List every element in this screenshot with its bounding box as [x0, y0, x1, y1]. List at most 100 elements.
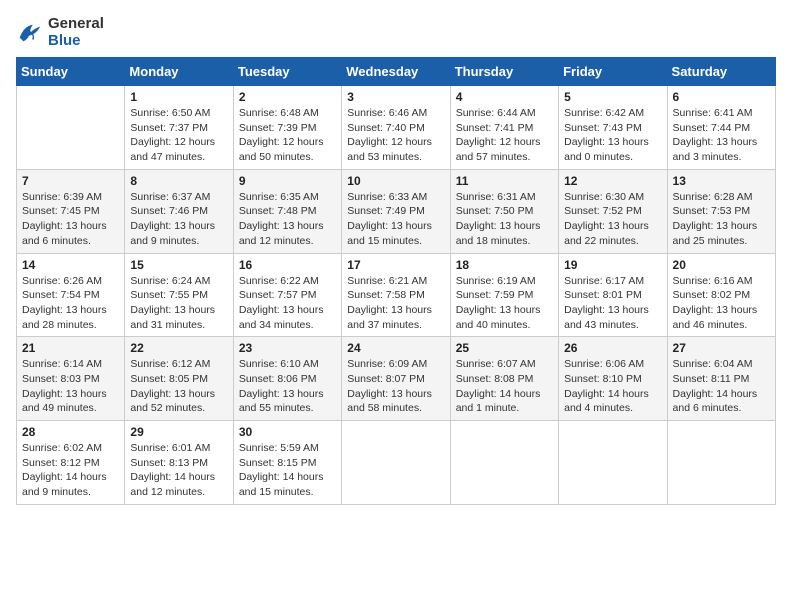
logo-bird-icon [16, 19, 44, 47]
day-number: 3 [347, 90, 444, 104]
calendar-day-cell: 11Sunrise: 6:31 AMSunset: 7:50 PMDayligh… [450, 169, 558, 253]
day-detail: Sunrise: 6:16 AMSunset: 8:02 PMDaylight:… [673, 274, 770, 333]
day-detail: Sunrise: 6:50 AMSunset: 7:37 PMDaylight:… [130, 106, 227, 165]
weekday-header-cell: Saturday [667, 58, 775, 86]
calendar-day-cell: 23 Sunrise: 6:10 AMSunset: 8:06 PMDayligh… [233, 337, 341, 421]
weekday-header-cell: Sunday [17, 58, 125, 86]
day-detail: Sunrise: 6:19 AMSunset: 7:59 PMDaylight:… [456, 274, 553, 333]
day-number: 19 [564, 258, 661, 272]
day-number: 24 [347, 341, 444, 355]
calendar-day-cell: 22 Sunrise: 6:12 AMSunset: 8:05 PMDayligh… [125, 337, 233, 421]
day-detail: Sunrise: 6:14 AMSunset: 8:03 PMDaylight:… [22, 357, 119, 416]
calendar-day-cell: 1 Sunrise: 6:50 AMSunset: 7:37 PMDaylight… [125, 86, 233, 170]
day-number: 18 [456, 258, 553, 272]
logo: General Blue [16, 16, 104, 49]
calendar-day-cell [342, 421, 450, 505]
day-detail: Sunrise: 6:10 AMSunset: 8:06 PMDaylight:… [239, 357, 336, 416]
day-detail: Sunrise: 6:31 AMSunset: 7:50 PMDaylight:… [456, 190, 553, 249]
calendar-week-row: 14 Sunrise: 6:26 AMSunset: 7:54 PMDayligh… [17, 253, 776, 337]
calendar-day-cell: 7 Sunrise: 6:39 AMSunset: 7:45 PMDaylight… [17, 169, 125, 253]
calendar-day-cell: 20 Sunrise: 6:16 AMSunset: 8:02 PMDayligh… [667, 253, 775, 337]
day-number: 20 [673, 258, 770, 272]
calendar-day-cell: 30 Sunrise: 5:59 AMSunset: 8:15 PMDayligh… [233, 421, 341, 505]
day-detail: Sunrise: 6:39 AMSunset: 7:45 PMDaylight:… [22, 190, 119, 249]
day-number: 7 [22, 174, 119, 188]
day-number: 10 [347, 174, 444, 188]
day-number: 6 [673, 90, 770, 104]
calendar-day-cell [667, 421, 775, 505]
day-detail: Sunrise: 6:26 AMSunset: 7:54 PMDaylight:… [22, 274, 119, 333]
day-detail: Sunrise: 6:02 AMSunset: 8:12 PMDaylight:… [22, 441, 119, 500]
calendar-day-cell: 12 Sunrise: 6:30 AMSunset: 7:52 PMDayligh… [559, 169, 667, 253]
day-number: 17 [347, 258, 444, 272]
calendar-body: 1 Sunrise: 6:50 AMSunset: 7:37 PMDaylight… [17, 86, 776, 505]
calendar-day-cell: 29 Sunrise: 6:01 AMSunset: 8:13 PMDayligh… [125, 421, 233, 505]
day-number: 9 [239, 174, 336, 188]
day-detail: Sunrise: 6:37 AMSunset: 7:46 PMDaylight:… [130, 190, 227, 249]
day-number: 30 [239, 425, 336, 439]
day-number: 16 [239, 258, 336, 272]
calendar-day-cell: 2Sunrise: 6:48 AMSunset: 7:39 PMDaylight… [233, 86, 341, 170]
day-detail: Sunrise: 6:12 AMSunset: 8:05 PMDaylight:… [130, 357, 227, 416]
day-number: 1 [130, 90, 227, 104]
calendar-day-cell [17, 86, 125, 170]
weekday-header-cell: Monday [125, 58, 233, 86]
calendar-week-row: 1 Sunrise: 6:50 AMSunset: 7:37 PMDaylight… [17, 86, 776, 170]
calendar-day-cell: 16 Sunrise: 6:22 AMSunset: 7:57 PMDayligh… [233, 253, 341, 337]
calendar-day-cell: 18 Sunrise: 6:19 AMSunset: 7:59 PMDayligh… [450, 253, 558, 337]
calendar-day-cell: 8Sunrise: 6:37 AMSunset: 7:46 PMDaylight… [125, 169, 233, 253]
day-detail: Sunrise: 6:17 AMSunset: 8:01 PMDaylight:… [564, 274, 661, 333]
day-detail: Sunrise: 6:35 AMSunset: 7:48 PMDaylight:… [239, 190, 336, 249]
day-detail: Sunrise: 6:48 AMSunset: 7:39 PMDaylight:… [239, 106, 336, 165]
page-header: General Blue [16, 16, 776, 49]
day-number: 29 [130, 425, 227, 439]
day-number: 21 [22, 341, 119, 355]
day-detail: Sunrise: 6:07 AMSunset: 8:08 PMDaylight:… [456, 357, 553, 416]
day-number: 14 [22, 258, 119, 272]
day-number: 27 [673, 341, 770, 355]
day-detail: Sunrise: 6:30 AMSunset: 7:52 PMDaylight:… [564, 190, 661, 249]
weekday-header-cell: Wednesday [342, 58, 450, 86]
day-number: 12 [564, 174, 661, 188]
calendar-day-cell: 24 Sunrise: 6:09 AMSunset: 8:07 PMDayligh… [342, 337, 450, 421]
day-detail: Sunrise: 5:59 AMSunset: 8:15 PMDaylight:… [239, 441, 336, 500]
day-detail: Sunrise: 6:01 AMSunset: 8:13 PMDaylight:… [130, 441, 227, 500]
calendar-table: SundayMondayTuesdayWednesdayThursdayFrid… [16, 57, 776, 505]
calendar-day-cell: 14 Sunrise: 6:26 AMSunset: 7:54 PMDayligh… [17, 253, 125, 337]
day-detail: Sunrise: 6:33 AMSunset: 7:49 PMDaylight:… [347, 190, 444, 249]
day-number: 25 [456, 341, 553, 355]
calendar-week-row: 7 Sunrise: 6:39 AMSunset: 7:45 PMDaylight… [17, 169, 776, 253]
day-detail: Sunrise: 6:46 AMSunset: 7:40 PMDaylight:… [347, 106, 444, 165]
day-detail: Sunrise: 6:41 AMSunset: 7:44 PMDaylight:… [673, 106, 770, 165]
calendar-day-cell: 27Sunrise: 6:04 AMSunset: 8:11 PMDayligh… [667, 337, 775, 421]
calendar-week-row: 28 Sunrise: 6:02 AMSunset: 8:12 PMDayligh… [17, 421, 776, 505]
logo-text: General Blue [48, 16, 104, 49]
calendar-day-cell: 21 Sunrise: 6:14 AMSunset: 8:03 PMDayligh… [17, 337, 125, 421]
day-number: 23 [239, 341, 336, 355]
calendar-day-cell: 6 Sunrise: 6:41 AMSunset: 7:44 PMDaylight… [667, 86, 775, 170]
weekday-header-cell: Tuesday [233, 58, 341, 86]
day-number: 22 [130, 341, 227, 355]
calendar-day-cell: 13 Sunrise: 6:28 AMSunset: 7:53 PMDayligh… [667, 169, 775, 253]
calendar-day-cell: 28 Sunrise: 6:02 AMSunset: 8:12 PMDayligh… [17, 421, 125, 505]
day-detail: Sunrise: 6:06 AMSunset: 8:10 PMDaylight:… [564, 357, 661, 416]
day-detail: Sunrise: 6:44 AMSunset: 7:41 PMDaylight:… [456, 106, 553, 165]
calendar-day-cell: 25 Sunrise: 6:07 AMSunset: 8:08 PMDayligh… [450, 337, 558, 421]
day-detail: Sunrise: 6:42 AMSunset: 7:43 PMDaylight:… [564, 106, 661, 165]
day-number: 15 [130, 258, 227, 272]
day-detail: Sunrise: 6:22 AMSunset: 7:57 PMDaylight:… [239, 274, 336, 333]
day-detail: Sunrise: 6:09 AMSunset: 8:07 PMDaylight:… [347, 357, 444, 416]
day-number: 26 [564, 341, 661, 355]
calendar-day-cell: 4 Sunrise: 6:44 AMSunset: 7:41 PMDaylight… [450, 86, 558, 170]
calendar-day-cell: 17 Sunrise: 6:21 AMSunset: 7:58 PMDayligh… [342, 253, 450, 337]
weekday-header-cell: Friday [559, 58, 667, 86]
calendar-day-cell: 26 Sunrise: 6:06 AMSunset: 8:10 PMDayligh… [559, 337, 667, 421]
day-number: 28 [22, 425, 119, 439]
day-number: 4 [456, 90, 553, 104]
weekday-header-cell: Thursday [450, 58, 558, 86]
weekday-header-row: SundayMondayTuesdayWednesdayThursdayFrid… [17, 58, 776, 86]
day-detail: Sunrise: 6:21 AMSunset: 7:58 PMDaylight:… [347, 274, 444, 333]
calendar-day-cell [450, 421, 558, 505]
day-detail: Sunrise: 6:28 AMSunset: 7:53 PMDaylight:… [673, 190, 770, 249]
day-number: 13 [673, 174, 770, 188]
